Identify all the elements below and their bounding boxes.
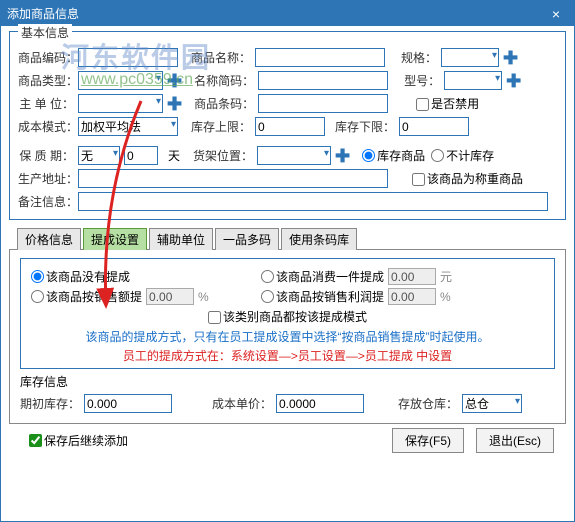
basic-info-group: 基本信息 商品编码： 商品名称： 规格： ✚ 商品类型： ✚ 名称简码： 型号：… [9,31,566,220]
wh-select[interactable]: 总仓 [462,394,522,413]
remark-label: 备注信息： [18,193,76,210]
exit-button[interactable]: 退出(Esc) [476,428,554,453]
dialog-window: 添加商品信息 × 河东软件园 www.pc0359.cn 基本信息 商品编码： … [0,0,575,522]
comm-r4[interactable] [261,290,274,303]
comm-r2-unit: 元 [440,268,452,285]
comm-note-red: 员工的提成方式在：系统设置—>员工设置—>员工提成 中设置 [123,349,452,363]
stock-radio1-wrap[interactable]: 库存商品 [362,147,425,164]
code-input[interactable] [78,48,178,67]
window-title: 添加商品信息 [7,5,79,22]
loc-label: 货架位置： [190,147,255,164]
stock-radio1[interactable] [362,149,375,162]
weigh-checkbox[interactable] [412,173,425,186]
costmode-label: 成本模式： [18,118,76,135]
model-select[interactable] [444,71,502,90]
short-input[interactable] [258,71,388,90]
disable-label: 是否禁用 [431,97,479,111]
addr-label: 生产地址： [18,170,76,187]
init-label: 期初库存： [20,395,82,412]
tab-barcode-lib[interactable]: 使用条码库 [281,228,357,250]
comm-r2-wrap[interactable]: 该商品消费一件提成 [261,268,384,285]
type-label: 商品类型： [18,72,76,89]
spec-select[interactable] [441,48,499,67]
basic-group-label: 基本信息 [18,24,72,41]
comm-note-blue: 该商品的提成方式，只有在员工提成设置中选择“按商品销售提成”时起使用。 [86,330,490,344]
comm-r4-input[interactable] [388,288,436,305]
comm-all-check-wrap[interactable]: 该类别商品都按该提成模式 [208,308,367,325]
disable-check-wrap[interactable]: 是否禁用 [416,95,479,112]
spec-label: 规格： [395,49,439,66]
upper-input[interactable] [255,117,325,136]
type-select[interactable] [78,71,163,90]
wh-label: 存放仓库： [394,395,460,412]
spec-add-icon[interactable]: ✚ [501,51,520,65]
comm-r3-unit: % [198,290,209,304]
shelf-label: 保 质 期： [18,147,76,164]
remark-input[interactable] [78,192,548,211]
loc-select[interactable] [257,146,331,165]
content-area: 河东软件园 www.pc0359.cn 基本信息 商品编码： 商品名称： 规格：… [1,26,574,457]
footer-bar: 保存后继续添加 保存(F5) 退出(Esc) [9,424,566,455]
type-add-icon[interactable]: ✚ [165,74,184,88]
weigh-label: 该商品为称重商品 [427,172,523,186]
continue-check-wrap[interactable]: 保存后继续添加 [29,432,128,449]
save-button[interactable]: 保存(F5) [392,428,464,453]
model-add-icon[interactable]: ✚ [504,74,523,88]
model-label: 型号： [398,72,442,89]
unit-select[interactable] [78,94,163,113]
lower-label: 库存下限： [335,118,397,135]
upper-label: 库存上限： [188,118,253,135]
tab-commission[interactable]: 提成设置 [83,228,147,250]
price-input[interactable] [276,394,364,413]
lower-input[interactable] [399,117,469,136]
comm-r2-input[interactable] [388,268,436,285]
comm-all-checkbox[interactable] [208,311,221,324]
name-input[interactable] [255,48,385,67]
short-label: 名称简码： [191,72,256,89]
tab-price[interactable]: 价格信息 [17,228,81,250]
comm-r3-input[interactable] [146,288,194,305]
stock-section-label: 库存信息 [20,373,555,390]
comm-r1-wrap[interactable]: 该商品没有提成 [31,268,130,285]
tab-aux-unit[interactable]: 辅助单位 [149,228,213,250]
comm-r4-unit: % [440,290,451,304]
unit-add-icon[interactable]: ✚ [165,97,184,111]
stock-radio2-wrap[interactable]: 不计库存 [431,147,494,164]
weigh-check-wrap[interactable]: 该商品为称重商品 [412,170,523,187]
titlebar: 添加商品信息 × [1,1,574,26]
code-label: 商品编码： [18,49,76,66]
shelf-num-input[interactable] [124,146,158,165]
comm-r2[interactable] [261,270,274,283]
commission-group: 该商品没有提成 该商品消费一件提成 元 该商品按销售额提 % 该商品按销售利润提… [20,258,555,369]
continue-label: 保存后继续添加 [44,432,128,449]
barcode-label: 商品条码： [191,95,256,112]
shelf-select[interactable]: 无 [78,146,120,165]
init-input[interactable] [84,394,172,413]
comm-r3-wrap[interactable]: 该商品按销售额提 [31,288,142,305]
costmode-select[interactable]: 加权平均法 [78,117,178,136]
continue-checkbox[interactable] [29,434,42,447]
loc-add-icon[interactable]: ✚ [333,149,352,163]
unit-label: 主 单 位： [18,95,76,112]
barcode-input[interactable] [258,94,388,113]
comm-r1[interactable] [31,270,44,283]
tab-panel: 该商品没有提成 该商品消费一件提成 元 该商品按销售额提 % 该商品按销售利润提… [9,249,566,424]
close-icon[interactable]: × [544,6,568,22]
comm-r4-wrap[interactable]: 该商品按销售利润提 [261,288,384,305]
stock-section: 库存信息 期初库存： 成本单价： 存放仓库： 总仓 [20,373,555,413]
shelf-unit-label: 天 [160,147,188,164]
addr-input[interactable] [78,169,388,188]
disable-checkbox[interactable] [416,98,429,111]
comm-r3[interactable] [31,290,44,303]
tab-multi-code[interactable]: 一品多码 [215,228,279,250]
stock-radio2[interactable] [431,149,444,162]
name-label: 商品名称： [188,49,253,66]
tab-bar: 价格信息 提成设置 辅助单位 一品多码 使用条码库 [9,228,566,250]
price-label: 成本单价： [204,395,274,412]
